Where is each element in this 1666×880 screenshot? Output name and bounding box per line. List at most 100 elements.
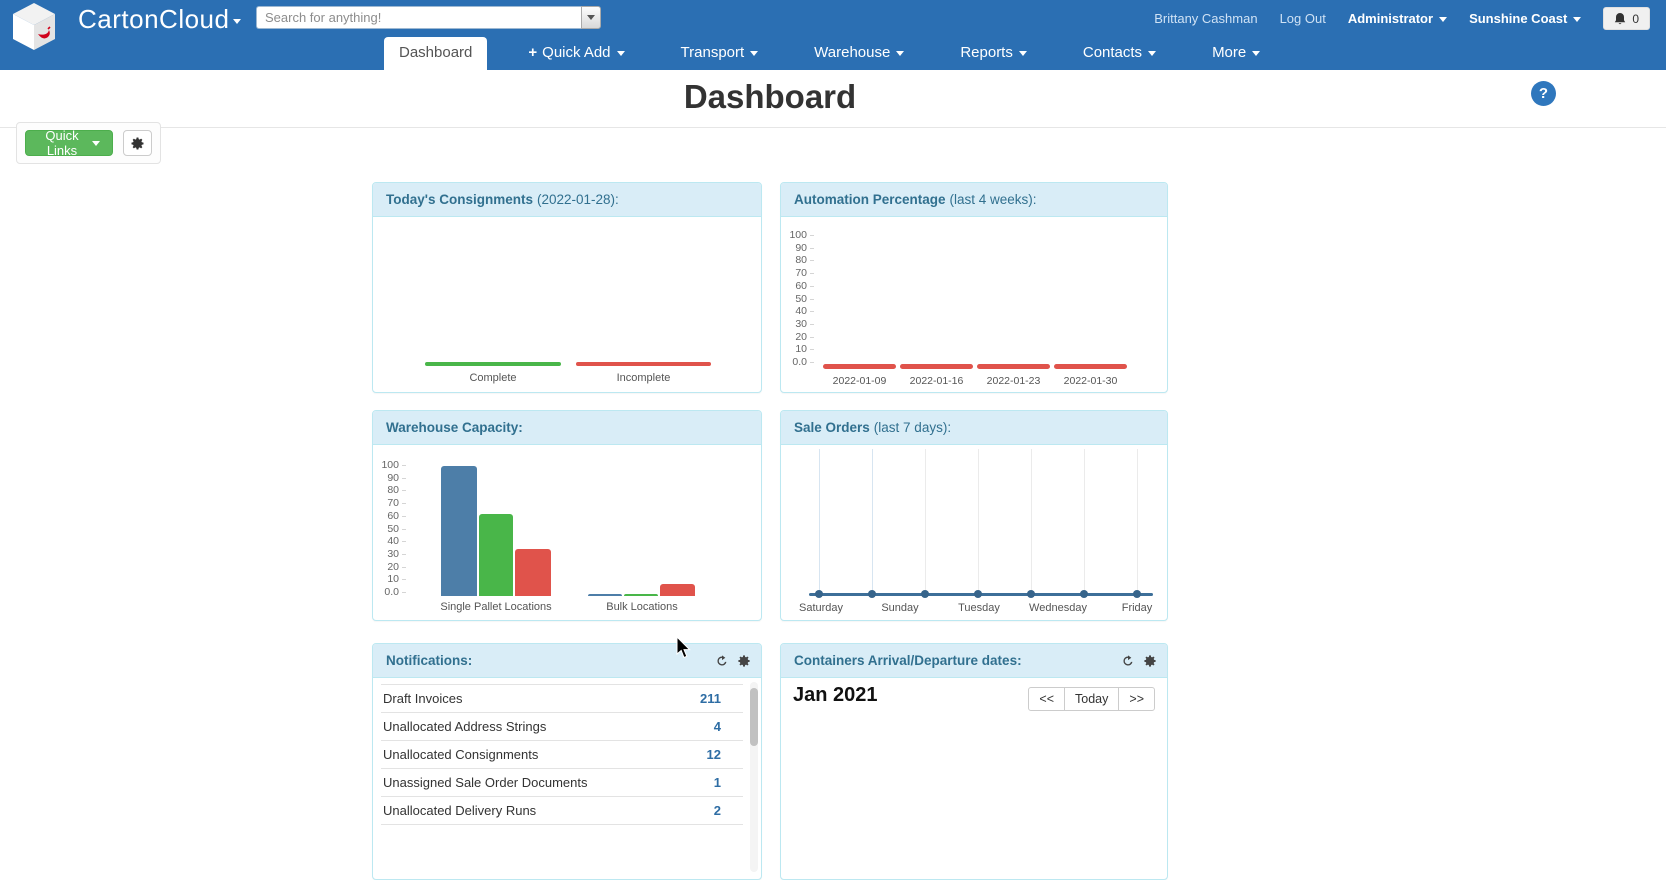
warehouse-capacity-chart: 1009080706050403020100.0Single Pallet Lo… [373,445,761,619]
gear-icon [1143,654,1157,668]
notification-label: Unallocated Delivery Runs [383,803,536,818]
tab-label: Quick Add [542,44,610,61]
y-axis-tickmark [402,554,406,555]
scrollbar-thumb[interactable] [750,688,758,746]
x-axis-label: 2022-01-30 [1064,375,1118,387]
list-item: Unallocated Delivery Runs 2 [381,797,743,825]
tab-label: Contacts [1083,44,1142,61]
notification-count-link[interactable]: 211 [700,685,721,713]
y-axis-tick: 90 [373,472,399,484]
data-point [815,590,823,598]
dashboard-settings-button[interactable] [123,130,152,156]
panel-settings-button[interactable] [1143,654,1157,668]
y-axis-tickmark [402,579,406,580]
automation-chart: 1009080706050403020100.02022-01-092022-0… [781,217,1167,391]
bar-bulk-locations-1 [624,594,658,596]
sale-orders-chart: SaturdaySundayTuesdayWednesdayFriday [781,445,1167,619]
data-point [1133,590,1141,598]
bell-icon [1614,12,1626,26]
y-axis-tickmark [810,248,814,249]
tab-more[interactable]: More [1197,37,1275,70]
panel-title: Warehouse Capacity: [373,411,761,445]
tab-dashboard[interactable]: Dashboard [384,37,487,70]
top-navbar: CartonCloud Brittany Cashman Log Out Adm… [0,0,1666,70]
y-axis-tick: 60 [781,280,807,292]
dashboard-page: CartonCloud Brittany Cashman Log Out Adm… [0,0,1666,880]
gridline [819,449,820,597]
y-axis-tickmark [810,337,814,338]
panel-warehouse-capacity: Warehouse Capacity: 10090807060504030201… [372,410,762,621]
panel-settings-button[interactable] [737,654,751,668]
role-menu[interactable]: Administrator [1348,11,1447,26]
notification-count-link[interactable]: 1 [714,769,721,797]
nav-tabs: Dashboard +Quick Add Transport Warehouse Rep… [384,37,1301,70]
page-title: Dashboard [684,78,856,116]
y-axis-tickmark [810,311,814,312]
notifications-bell-button[interactable]: 0 [1603,7,1650,30]
gridline [1137,449,1138,597]
bar-single-pallet-locations-2 [515,549,551,596]
bar-week-1 [823,364,896,369]
tab-reports[interactable]: Reports [945,37,1042,70]
tab-quick-add[interactable]: +Quick Add [513,37,639,70]
tab-contacts[interactable]: Contacts [1068,37,1171,70]
panel-title-text: Sale Orders [794,420,870,435]
cartoncloud-logo-icon[interactable] [8,2,60,52]
panel-containers-dates: Containers Arrival/Departure dates: Jan … [780,643,1168,880]
gridline [872,449,873,597]
refresh-button[interactable] [1121,654,1135,668]
panel-title-text: Containers Arrival/Departure dates: [794,653,1022,668]
notification-count-link[interactable]: 4 [714,713,721,741]
quick-links-button[interactable]: Quick Links [25,130,113,156]
y-axis-tickmark [810,286,814,287]
y-axis-tickmark [402,490,406,491]
tab-label: Transport [681,44,745,61]
y-axis-tickmark [810,349,814,350]
notifications-list: Draft Invoices211Unallocated Address Str… [381,684,743,825]
panel-title-text: Today's Consignments [386,192,533,207]
chevron-down-icon [1439,17,1447,22]
tab-label: Reports [960,44,1013,61]
list-item: Unassigned Sale Order Documents1 [381,769,743,797]
x-axis-label: Sunday [881,602,918,614]
y-axis-tick: 50 [373,523,399,535]
y-axis-tick: 50 [781,293,807,305]
bar-single-pallet-locations-0 [441,466,477,596]
brand-menu[interactable]: CartonCloud [78,4,241,35]
bar-bulk-locations-0 [588,594,622,596]
x-axis-label: 2022-01-09 [833,375,887,387]
tenant-menu[interactable]: Sunshine Coast [1469,11,1581,26]
notification-count-link[interactable]: 2 [714,797,721,825]
tab-transport[interactable]: Transport [666,37,774,70]
y-axis-tick: 30 [781,318,807,330]
search-input[interactable] [256,6,581,29]
y-axis-tickmark [402,592,406,593]
calendar-today-button[interactable]: Today [1064,687,1119,711]
chevron-down-icon [1252,51,1260,56]
calendar-prev-button[interactable]: << [1028,687,1065,711]
tab-warehouse[interactable]: Warehouse [799,37,919,70]
help-button[interactable]: ? [1531,81,1556,106]
list-item: Unallocated Consignments12 [381,741,743,769]
panel-subtitle: (last 7 days): [874,420,951,435]
search-dropdown-button[interactable] [581,6,601,29]
calendar-next-button[interactable]: >> [1118,687,1155,711]
data-point [1027,590,1035,598]
brand-label: CartonCloud [78,4,229,34]
y-axis-tickmark [402,529,406,530]
quick-links-well: Quick Links [16,122,161,164]
notification-count-link[interactable]: 12 [707,741,721,769]
user-name-link[interactable]: Brittany Cashman [1154,11,1257,26]
role-label: Administrator [1348,11,1433,26]
data-point [921,590,929,598]
y-axis-tickmark [402,503,406,504]
refresh-button[interactable] [715,654,729,668]
x-axis-label: 2022-01-16 [910,375,964,387]
panel-subtitle: (2022-01-28): [537,192,619,207]
gridline [1084,449,1085,597]
quick-links-label: Quick Links [38,128,86,158]
chevron-down-icon [1019,51,1027,56]
logout-link[interactable]: Log Out [1280,11,1326,26]
gridline [978,449,979,597]
y-axis-tick: 30 [373,548,399,560]
